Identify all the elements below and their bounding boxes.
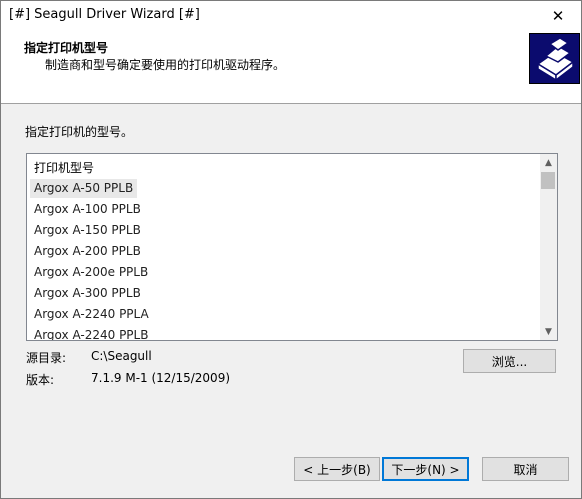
list-item[interactable]: Argox A-50 PPLB xyxy=(30,179,138,198)
close-button[interactable]: ✕ xyxy=(535,1,581,31)
window-title: [#] Seagull Driver Wizard [#] xyxy=(9,7,200,22)
printer-icon xyxy=(529,33,580,84)
title-bar[interactable]: [#] Seagull Driver Wizard [#] ✕ xyxy=(1,1,581,31)
source-label: 源目录: xyxy=(26,351,67,365)
version-label: 版本: xyxy=(26,373,55,387)
list-item[interactable]: Argox A-2240 PPLB xyxy=(30,326,152,340)
list-header: 打印机型号 xyxy=(34,161,95,175)
scroll-down-icon[interactable]: ▼ xyxy=(540,323,557,340)
vertical-scrollbar[interactable]: ▲ ▼ xyxy=(540,154,557,340)
page-title: 指定打印机型号 xyxy=(24,41,109,55)
header-panel: 指定打印机型号 制造商和型号确定要使用的打印机驱动程序。 xyxy=(1,31,581,104)
source-value: C:\Seagull xyxy=(91,349,152,363)
list-item[interactable]: Argox A-2240 PPLA xyxy=(30,305,153,324)
list-item[interactable]: Argox A-200e PPLB xyxy=(30,263,152,282)
list-item[interactable]: Argox A-300 PPLB xyxy=(30,284,145,303)
list-item[interactable]: Argox A-100 PPLB xyxy=(30,200,145,219)
version-value: 7.1.9 M-1 (12/15/2009) xyxy=(91,371,231,385)
list-item[interactable]: Argox A-150 PPLB xyxy=(30,221,145,240)
wizard-window: [#] Seagull Driver Wizard [#] ✕ 指定打印机型号 … xyxy=(0,0,582,499)
back-button[interactable]: < 上一步(B) xyxy=(294,457,380,481)
browse-button[interactable]: 浏览... xyxy=(463,349,556,373)
next-button[interactable]: 下一步(N) > xyxy=(382,457,469,481)
scroll-thumb[interactable] xyxy=(541,172,555,189)
scroll-up-icon[interactable]: ▲ xyxy=(540,154,557,171)
page-subtitle: 制造商和型号确定要使用的打印机驱动程序。 xyxy=(45,58,286,72)
list-item[interactable]: Argox A-200 PPLB xyxy=(30,242,145,261)
cancel-button[interactable]: 取消 xyxy=(482,457,569,481)
instruction-text: 指定打印机的型号。 xyxy=(25,125,134,139)
printer-model-list[interactable]: 打印机型号 Argox A-50 PPLB Argox A-100 PPLB A… xyxy=(26,153,558,341)
